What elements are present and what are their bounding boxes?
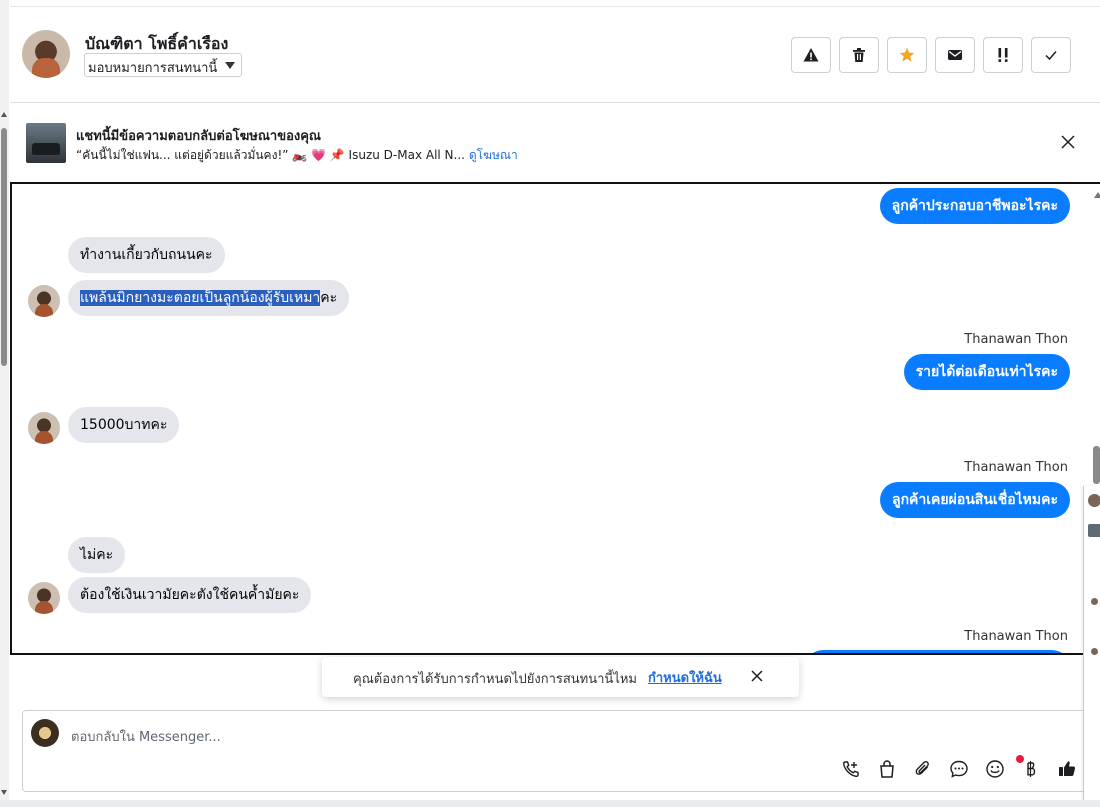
scroll-up-icon[interactable] <box>1 112 7 117</box>
contact-avatar-small[interactable] <box>1088 494 1100 507</box>
toast-text: คุณต้องการได้รับการกำหนดไปยังการสนทนานี้… <box>353 672 637 687</box>
sender-name: Thanawan Thon <box>964 460 1068 475</box>
contact-avatar-small <box>28 285 60 317</box>
close-icon[interactable] <box>750 669 764 683</box>
assign-to-me-link[interactable]: กำหนดให้ฉัน <box>648 667 722 688</box>
message-bubble-outgoing[interactable]: ลูกค้าเคยผ่อนสินเชื่อไหมคะ <box>879 482 1070 518</box>
conversation-header: บัณฑิตา โพธิ์คำเรือง มอบหมายการสนทนานี้ <box>10 7 1100 103</box>
message-bubble-outgoing[interactable] <box>805 650 1070 653</box>
caret-down-icon <box>225 62 236 69</box>
ad-banner-snippet: “คันนี้ไม่ใช่แฟน... แต่อยู่ด้วยแล้วมั่นค… <box>76 146 518 165</box>
side-panel-edge[interactable] <box>1083 486 1100 807</box>
view-ad-link[interactable]: ดูโฆษณา <box>469 148 518 162</box>
star-icon <box>899 47 915 62</box>
scrollbar-thumb[interactable] <box>1093 446 1100 484</box>
message-bubble-outgoing[interactable]: รายได้ต่อเดือนเท่าไรคะ <box>903 354 1070 390</box>
message-bubble-incoming[interactable]: ทำงานเกี้ยวกับถนนคะ <box>68 237 225 273</box>
mark-unread-button[interactable] <box>935 37 975 73</box>
scroll-down-icon[interactable] <box>1 790 7 795</box>
message-bubble-incoming[interactable]: ต้องใช้เงินเวามัยคะตังใช้คนค้ำมัยคะ <box>68 577 312 613</box>
message-thread[interactable]: ลูกค้าประกอบอาชีพอะไรคะ ทำงานเกี้ยวกับถน… <box>10 182 1100 655</box>
page-avatar <box>31 719 59 747</box>
ad-thumbnail[interactable] <box>1088 524 1100 537</box>
scroll-up-icon[interactable] <box>1094 192 1100 198</box>
message-bubble-incoming[interactable]: แพล้นมิกยางมะตอยเป็นลูกน้องผู้รับเหมาคะ <box>68 280 350 316</box>
bag-icon[interactable] <box>877 759 899 781</box>
call-icon[interactable] <box>841 759 863 781</box>
emoji-icon[interactable] <box>985 759 1007 781</box>
conversation-panel: บัณฑิตา โพธิ์คำเรือง มอบหมายการสนทนานี้ … <box>10 0 1100 807</box>
message-bubble-incoming[interactable]: 15000บาทคะ <box>68 407 180 443</box>
contact-avatar[interactable] <box>22 30 70 78</box>
message-bubble-outgoing[interactable]: ลูกค้าประกอบอาชีพอะไรคะ <box>879 188 1070 224</box>
contact-avatar-small <box>28 412 60 444</box>
priority-icon <box>998 48 1008 62</box>
assign-label: มอบหมายการสนทนานี้ <box>88 61 218 76</box>
sender-name: Thanawan Thon <box>964 332 1068 347</box>
mark-done-button[interactable] <box>1031 37 1071 73</box>
attach-icon[interactable] <box>913 759 935 781</box>
contact-avatar-small[interactable] <box>1091 648 1098 655</box>
trash-icon <box>853 48 865 62</box>
contact-avatar-small <box>28 582 60 614</box>
saved-reply-icon[interactable] <box>949 759 971 781</box>
contact-avatar-small[interactable] <box>1091 598 1098 605</box>
scrollbar-thumb[interactable] <box>1 128 7 366</box>
warning-icon <box>803 48 819 62</box>
priority-button[interactable] <box>983 37 1023 73</box>
ad-thumbnail[interactable] <box>26 123 66 163</box>
report-button[interactable] <box>791 37 831 73</box>
selected-text[interactable]: แพล้นมิกยางมะตอยเป็นลูกน้องผู้รับเหมา <box>80 290 321 306</box>
notification-dot <box>1016 755 1024 763</box>
close-icon[interactable] <box>1060 134 1076 150</box>
sender-name: Thanawan Thon <box>964 629 1068 644</box>
ad-snippet-text: “คันนี้ไม่ใช่แฟน... แต่อยู่ด้วยแล้วมั่นค… <box>76 148 465 162</box>
reply-composer[interactable]: ตอบกลับใน Messenger... <box>22 710 1090 792</box>
delete-button[interactable] <box>839 37 879 73</box>
assign-dropdown[interactable]: มอบหมายการสนทนานี้ <box>84 53 243 77</box>
reply-input[interactable]: ตอบกลับใน Messenger... <box>71 726 221 747</box>
check-icon <box>1045 51 1057 61</box>
bottom-bar <box>0 800 1100 807</box>
ad-reply-banner: แชทนี้มีข้อความตอบกลับต่อโฆษณาของคุณ “คั… <box>10 104 1100 180</box>
mail-icon <box>948 50 962 60</box>
like-icon[interactable] <box>1057 759 1079 781</box>
baht-payment-icon[interactable] <box>1021 759 1043 781</box>
ad-banner-title: แชทนี้มีข้อความตอบกลับต่อโฆษณาของคุณ <box>76 129 321 144</box>
message-text: คะ <box>320 290 338 306</box>
assign-prompt-toast: คุณต้องการได้รับการกำหนดไปยังการสนทนานี้… <box>322 657 799 697</box>
left-scrollbar[interactable] <box>0 0 9 807</box>
star-button[interactable] <box>887 37 927 73</box>
message-bubble-incoming[interactable]: ไม่คะ <box>68 537 126 573</box>
